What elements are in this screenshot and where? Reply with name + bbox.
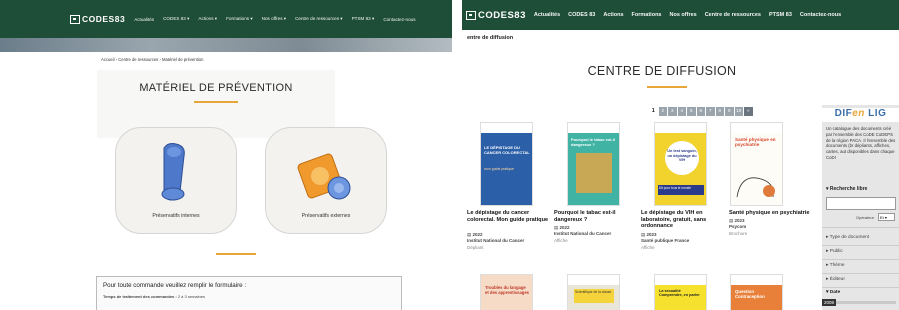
page-link[interactable]: 6 (696, 107, 705, 116)
nav-item-actualites[interactable]: Actualités (134, 17, 154, 22)
page-link[interactable]: 4 (677, 107, 686, 116)
cover-graphic (576, 153, 612, 193)
book-title[interactable]: Le dépistage du cancer colorectal. Mon g… (467, 210, 551, 223)
nav-item-offres[interactable]: Nos offres ▾ (262, 16, 286, 22)
calendar-icon: ▤ (641, 232, 646, 237)
page-link[interactable]: 2 (658, 107, 667, 116)
operator-label: Opérateur (856, 215, 875, 220)
page-link[interactable]: 8 (715, 107, 724, 116)
page-title: CENTRE DE DIFFUSION (587, 64, 737, 78)
book-cover-colorectal[interactable]: LE DÉPISTAGE DU CANCER COLORECTAL mon gu… (480, 122, 533, 206)
facet-type-document[interactable]: ▸ Type de document (826, 235, 869, 240)
calendar-icon: ▤ (467, 232, 472, 237)
site-logo[interactable]: CODES83 (466, 10, 526, 21)
card-label: Préservatifs externes (301, 213, 351, 219)
order-form-box: Pour toute commande veuillez remplir le … (96, 276, 402, 310)
facet-public[interactable]: ▸ Public (826, 249, 843, 254)
nav-item-contact[interactable]: Contactez-nous (800, 12, 841, 18)
book-meta: ▤ 2023 Santé publique France Affiche (641, 232, 690, 250)
nav-item-ptsm83[interactable]: PTSM 83 ▾ (352, 16, 375, 22)
external-condom-icon (297, 153, 351, 200)
calendar-icon: ▤ (554, 225, 559, 230)
card-label: Préservatifs internes (152, 213, 200, 219)
nav-item-codes83[interactable]: CODES 83 (568, 12, 595, 18)
page-current[interactable]: 1 (649, 107, 658, 116)
date-slider-handle[interactable]: 2008 (822, 299, 837, 306)
facet-theme[interactable]: ▸ Thème (826, 263, 845, 268)
right-screenshot-panel: CODES83 Actualités CODES 83 Actions Form… (462, 0, 899, 310)
title-underline (647, 86, 687, 88)
book-cover-tabac[interactable]: Pourquoi le tabac est-il dangereux ? (567, 122, 620, 206)
nav-item-ressources[interactable]: Centre de ressources ▾ (295, 16, 343, 22)
book-cover-vih[interactable]: Un test sanguin, un dépistage du VIH Dit… (654, 122, 707, 206)
nav-item-codes83[interactable]: CODES 83 ▾ (163, 16, 189, 22)
left-screenshot-panel: CODES83 Actualités CODES 83 ▾ Actions ▾ … (0, 0, 452, 310)
book-title[interactable]: Santé physique en psychiatrie (729, 210, 813, 217)
date-range-slider[interactable] (834, 301, 896, 304)
nav-item-ptsm83[interactable]: PTSM 83 (769, 12, 792, 18)
search-section-toggle[interactable]: ▾ Recherche libre (826, 186, 867, 192)
nav-item-offres[interactable]: Nos offres (670, 12, 697, 18)
page-link[interactable]: 10 (734, 107, 743, 116)
operator-select[interactable]: Et ▾ (878, 213, 895, 221)
catalogue-sidebar: DIFen LIG Un catalogue des documents cré… (822, 105, 899, 310)
nav-item-ressources[interactable]: Centre de ressources (705, 12, 761, 18)
pagination: 1 2 3 4 5 6 7 8 9 10 » (649, 107, 754, 116)
nav-item-contact[interactable]: Contactez-nous (383, 17, 415, 22)
book-cover-scientifique[interactable]: Scientifique de la classe (567, 274, 620, 310)
nav-item-formations[interactable]: Formations (632, 12, 662, 18)
book-meta: ▤ 2022 Institut National du Cancer Dépli… (467, 232, 525, 250)
nav-item-actions[interactable]: Actions ▾ (198, 16, 217, 22)
nav-item-formations[interactable]: Formations ▾ (226, 16, 253, 22)
catalogue-description: Un catalogue des documents créé par l'en… (826, 126, 896, 160)
breadcrumb[interactable]: Accueil › Centre de ressources › Matérie… (101, 57, 203, 62)
book-cover-troubles-langage[interactable]: Troubles du langage et des apprentissage… (480, 274, 533, 310)
top-navigation-bar: CODES83 Actualités CODES 83 Actions Form… (462, 0, 899, 30)
page-title: MATÉRIEL DE PRÉVENTION (139, 82, 293, 94)
search-input[interactable] (826, 197, 896, 210)
nav-item-actualites[interactable]: Actualités (534, 12, 560, 18)
section-divider (216, 253, 256, 255)
book-title[interactable]: Pourquoi le tabac est-il dangereux ? (554, 210, 638, 223)
internal-condom-icon (161, 143, 185, 201)
calendar-icon: ▤ (729, 218, 734, 223)
site-logo[interactable]: CODES83 (70, 14, 125, 24)
book-meta: ▤ 2023 Psycom Brochure (729, 218, 748, 236)
order-form-title: Pour toute commande veuillez remplir le … (103, 282, 247, 289)
book-cover-sexualite[interactable]: La sexualité Comprendre, en parler (654, 274, 707, 310)
book-cover-sante-psychiatrie[interactable]: Santé physique en psychiatrie (730, 122, 783, 206)
page-link[interactable]: 5 (687, 107, 696, 116)
facet-editeur[interactable]: ▸ Éditeur (826, 277, 845, 282)
card-preservatifs-internes[interactable]: Préservatifs internes (115, 127, 237, 234)
card-preservatifs-externes[interactable]: Préservatifs externes (265, 127, 387, 234)
book-title[interactable]: Le dépistage du VIH en laboratoire, grat… (641, 210, 725, 230)
difenligne-logo: DIFen LIG (822, 108, 899, 122)
cover-illustration (736, 177, 775, 198)
page-link[interactable]: 9 (725, 107, 734, 116)
processing-time: Temps de traitement des commandes : 2 à … (103, 294, 205, 299)
top-navigation-bar: CODES83 Actualités CODES 83 ▾ Actions ▾ … (0, 0, 452, 38)
section-subheading: entre de diffusion (467, 35, 514, 41)
facet-date[interactable]: ▾ Date (826, 290, 840, 295)
page-link[interactable]: 3 (668, 107, 677, 116)
next-page-button[interactable]: » (744, 107, 753, 116)
nav-item-actions[interactable]: Actions (603, 12, 623, 18)
title-underline (194, 101, 238, 103)
book-cover-contraception[interactable]: Question Contraception (730, 274, 783, 310)
book-meta: ▤ 2022 Institut National du Cancer Affic… (554, 225, 612, 243)
page-link[interactable]: 7 (706, 107, 715, 116)
hero-banner-image (0, 38, 452, 52)
